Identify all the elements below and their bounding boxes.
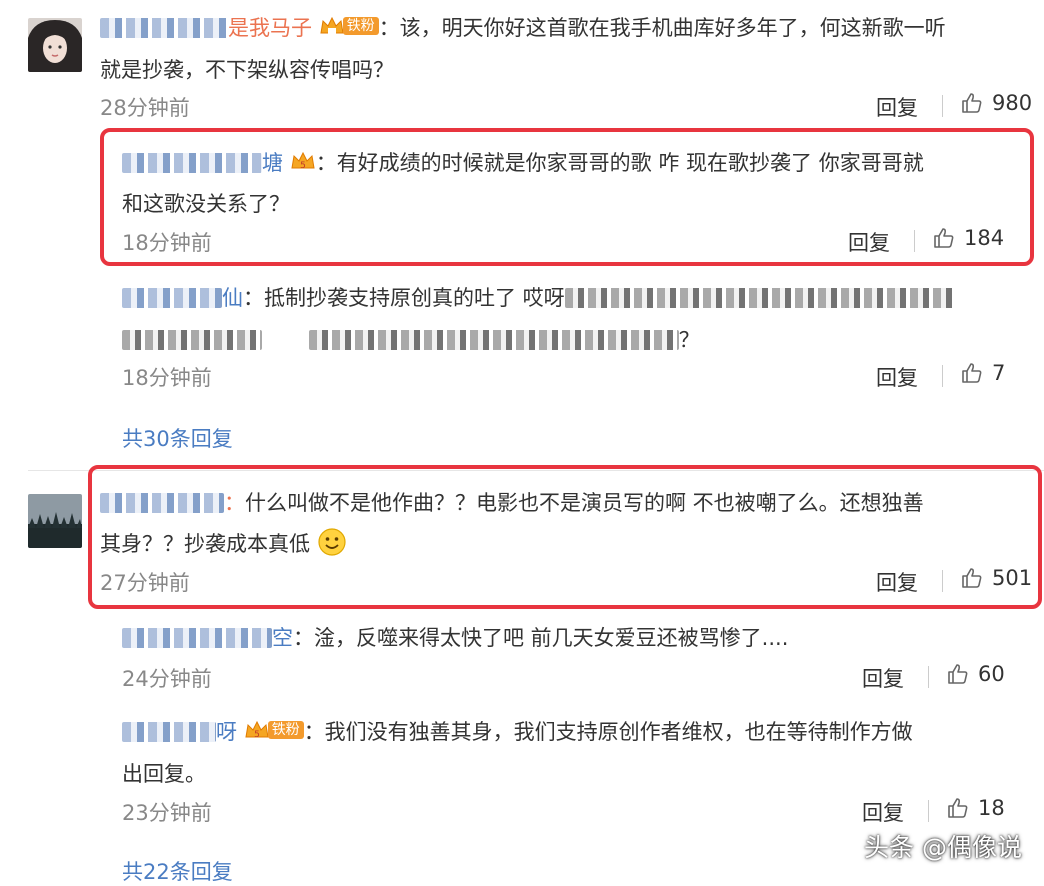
- reply-text: 仙：抵制抄袭支持原创真的吐了 哎呀: [122, 278, 955, 318]
- svg-text:5: 5: [254, 730, 260, 740]
- blurred-text: [564, 288, 955, 308]
- reply-button[interactable]: 回复: [876, 567, 918, 597]
- thumbs-up-icon: [934, 228, 954, 248]
- reply-line2: 和这歌没关系了？: [122, 192, 290, 216]
- blurred-username: [122, 288, 222, 308]
- thumbs-up-icon: [962, 93, 982, 113]
- divider: [942, 95, 943, 117]
- blurred-text: [122, 330, 262, 350]
- like-count: 184: [964, 226, 1005, 250]
- avatar[interactable]: [28, 494, 82, 548]
- blurred-username: [100, 18, 228, 38]
- divider: [942, 365, 943, 387]
- crown-icon: 5: [245, 720, 269, 740]
- blurred-username: [100, 493, 224, 513]
- fan-badge: 铁粉: [319, 15, 379, 37]
- fan-badge: 5: [290, 150, 316, 172]
- reply-username[interactable]: 塘: [262, 151, 283, 175]
- reply-username[interactable]: 仙: [222, 286, 243, 310]
- blurred-username: [122, 628, 272, 648]
- reply-button[interactable]: 回复: [862, 663, 904, 693]
- comment-text: ：什么叫做不是他作曲？？电影也不是演员写的啊 不也被嘲了么。还想独善: [100, 483, 924, 523]
- avatar[interactable]: [28, 18, 82, 72]
- comment-text: 是我马子 铁粉 ：该，明天你好这首歌在我手机曲库好多年了，何这新歌一听: [100, 8, 946, 48]
- divider: [928, 666, 929, 688]
- fan-badge: 5 铁粉: [244, 719, 304, 741]
- reply-text: 塘 5 ：有好成绩的时候就是你家哥哥的歌 咋 现在歌抄袭了 你家哥哥就: [122, 143, 924, 183]
- watermark: 头条 @偶像说: [864, 833, 1022, 862]
- reply-line2: ？: [678, 328, 700, 352]
- comment-time: 28分钟前: [100, 96, 190, 120]
- comment-line1: ：该，明天你好这首歌在我手机曲库好多年了，何这新歌一听: [378, 16, 946, 40]
- badge-tag: 铁粉: [267, 721, 304, 739]
- reply-time: 24分钟前: [122, 667, 212, 691]
- reply-button[interactable]: 回复: [862, 797, 904, 827]
- like-button[interactable]: 501: [960, 566, 1032, 590]
- like-count: 18: [978, 796, 1005, 820]
- like-button[interactable]: 18: [946, 796, 1005, 820]
- divider: [914, 230, 915, 252]
- crown-icon: [320, 16, 344, 34]
- thumbs-up-icon: [948, 798, 968, 818]
- comment-line2-row: 其身？？抄袭成本真低: [100, 524, 347, 564]
- like-count: 501: [992, 566, 1033, 590]
- reply-time: 23分钟前: [122, 801, 212, 825]
- reply-button[interactable]: 回复: [848, 227, 890, 257]
- like-button[interactable]: 184: [932, 226, 1004, 250]
- view-more-replies-link[interactable]: 共22条回复: [122, 856, 233, 886]
- reply-username[interactable]: 呀: [216, 720, 237, 744]
- comment-time: 27分钟前: [100, 571, 190, 595]
- thumbs-up-icon: [962, 363, 982, 383]
- blurred-username: [122, 153, 262, 173]
- comment-line1: 什么叫做不是他作曲？？电影也不是演员写的啊 不也被嘲了么。还想独善: [245, 491, 924, 515]
- crown-icon: 5: [291, 151, 315, 171]
- blurred-username: [122, 722, 216, 742]
- comment-line2: 其身？？抄袭成本真低: [100, 532, 310, 556]
- reply-time: 18分钟前: [122, 231, 212, 255]
- view-more-replies-link[interactable]: 共30条回复: [122, 423, 233, 453]
- reply-line1: ：我们没有独善其身，我们支持原创作者维权，也在等待制作方做: [303, 720, 913, 744]
- like-button[interactable]: 980: [960, 91, 1032, 115]
- reply-username[interactable]: 空: [272, 626, 293, 650]
- thumbs-up-icon: [948, 664, 968, 684]
- like-count: 60: [978, 662, 1005, 686]
- divider: [942, 570, 943, 592]
- reply-text: 空：淦，反噬来得太快了吧 前几天女爱豆还被骂惨了....: [122, 618, 788, 658]
- divider: [928, 800, 929, 822]
- reply-line2-row: ？: [122, 320, 700, 360]
- reply-line1: ：抵制抄袭支持原创真的吐了 哎呀: [243, 286, 565, 310]
- like-count: 980: [992, 91, 1033, 115]
- reply-text: 呀 5 铁粉 ：我们没有独善其身，我们支持原创作者维权，也在等待制作方做: [122, 712, 913, 752]
- reply-button[interactable]: 回复: [876, 362, 918, 392]
- reply-button[interactable]: 回复: [876, 92, 918, 122]
- like-button[interactable]: 7: [960, 361, 1005, 385]
- reply-line2: 出回复。: [122, 762, 206, 786]
- comment-username[interactable]: 是我马子: [228, 16, 312, 40]
- reply-time: 18分钟前: [122, 366, 212, 390]
- thumbs-up-icon: [962, 568, 982, 588]
- comment-username[interactable]: ：: [224, 491, 245, 515]
- like-count: 7: [992, 361, 1006, 385]
- reply-line1: ：淦，反噬来得太快了吧 前几天女爱豆还被骂惨了....: [293, 626, 789, 650]
- badge-tag: 铁粉: [342, 17, 379, 35]
- svg-text:5: 5: [300, 161, 306, 171]
- comment-line2: 就是抄袭，不下架纵容传唱吗？: [100, 58, 394, 82]
- like-button[interactable]: 60: [946, 662, 1005, 686]
- smile-emoji-icon: [318, 528, 346, 556]
- reply-line1: ：有好成绩的时候就是你家哥哥的歌 咋 现在歌抄袭了 你家哥哥就: [315, 151, 924, 175]
- blurred-text: [308, 330, 679, 350]
